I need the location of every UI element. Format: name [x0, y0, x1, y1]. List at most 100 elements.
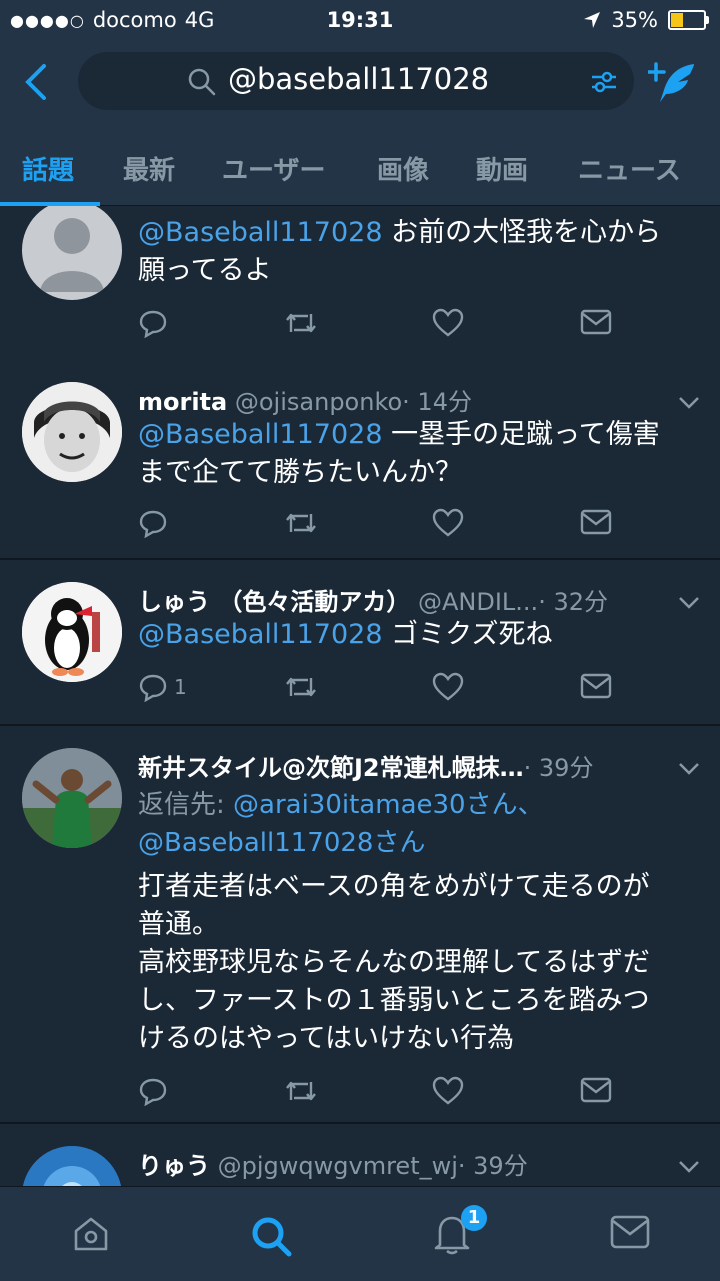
- search-tab-icon[interactable]: [250, 1215, 292, 1257]
- tab-latest[interactable]: 最新: [123, 150, 175, 187]
- reply-icon: [139, 1078, 167, 1106]
- tweet-text: @Baseball117028 ゴミクズ死ね: [138, 619, 553, 650]
- compose-feather-icon: [646, 62, 694, 102]
- chevron-left-icon: [25, 64, 46, 100]
- display-name[interactable]: りゅう: [138, 1152, 210, 1180]
- back-button[interactable]: [22, 62, 52, 102]
- envelope-icon: [580, 509, 612, 535]
- mention-link[interactable]: @Baseball117028: [138, 217, 383, 248]
- avatar[interactable]: [22, 582, 122, 682]
- tweet-time: · 32分: [538, 588, 608, 616]
- retweet-button[interactable]: [284, 508, 318, 538]
- reply-context: 返信先: @arai30itamae30さん、 @Baseball117028さ…: [138, 790, 544, 858]
- avatar[interactable]: [22, 206, 122, 300]
- bottom-tab-bar: 1: [0, 1186, 720, 1281]
- chevron-down-icon[interactable]: [678, 1160, 700, 1174]
- envelope-icon: [580, 1077, 612, 1103]
- tweet[interactable]: しゅう （色々活動アカ） @ANDIL...· 32分 @Baseball117…: [0, 560, 720, 726]
- heart-icon: [432, 1076, 464, 1105]
- search-tabs: 話題 最新 ユーザー 画像 動画 ニュース: [0, 140, 720, 204]
- search-field[interactable]: @baseball117028: [78, 52, 634, 110]
- tab-news[interactable]: ニュース: [578, 150, 681, 187]
- tweet[interactable]: りゅう @pjgwqwgvmret_wj· 39分: [0, 1124, 720, 1186]
- like-button[interactable]: [432, 672, 464, 702]
- envelope-icon: [580, 309, 612, 335]
- tab-top[interactable]: 話題: [22, 150, 74, 187]
- mention-link[interactable]: @Baseball117028さん: [138, 828, 425, 858]
- tweet-header: りゅう @pjgwqwgvmret_wj· 39分: [138, 1146, 528, 1181]
- reply-icon: [139, 310, 167, 338]
- user-handle[interactable]: @pjgwqwgvmret_wj: [218, 1152, 458, 1180]
- user-handle[interactable]: @ANDIL...: [418, 588, 538, 616]
- search-header: @baseball117028 話題 最新 ユーザー 画像 動画 ニュース: [0, 40, 720, 206]
- display-name[interactable]: morita: [138, 388, 227, 416]
- display-name[interactable]: 新井スタイル@次節J2常連札幌抹…: [138, 754, 524, 782]
- tweet-actions: 1: [138, 672, 618, 704]
- tweet-feed[interactable]: @Baseball117028 お前の大怪我を心から 願ってるよ morita …: [0, 206, 720, 1186]
- dm-button[interactable]: [580, 308, 612, 336]
- reply-count: 1: [174, 675, 187, 699]
- soccer-player-photo-icon: [22, 748, 122, 848]
- tweet-actions: [138, 1076, 618, 1108]
- mention-link[interactable]: @Baseball117028: [138, 419, 383, 450]
- reply-button[interactable]: 1: [138, 672, 187, 702]
- mention-link[interactable]: @Baseball117028: [138, 619, 383, 650]
- like-button[interactable]: [432, 308, 464, 338]
- reply-button[interactable]: [138, 1076, 168, 1106]
- dm-button[interactable]: [580, 508, 612, 536]
- like-button[interactable]: [432, 1076, 464, 1106]
- retweet-button[interactable]: [284, 672, 318, 702]
- tweet[interactable]: morita @ojisanponko· 14分 @Baseball117028…: [0, 360, 720, 560]
- messages-envelope-icon[interactable]: [610, 1215, 650, 1249]
- tweet-text: 打者走者はベースの角をめがけて走るのが 普通。 高校野球児ならそんなの理解してる…: [138, 871, 650, 1054]
- heart-icon: [432, 508, 464, 537]
- retweet-icon: [286, 1081, 316, 1101]
- dm-button[interactable]: [580, 672, 612, 700]
- tab-people[interactable]: ユーザー: [222, 150, 325, 187]
- blue-flower-photo-icon: [22, 1146, 122, 1186]
- chevron-down-icon[interactable]: [678, 762, 700, 776]
- avatar[interactable]: [22, 748, 122, 848]
- retweet-icon: [286, 513, 316, 533]
- tab-videos[interactable]: 動画: [476, 150, 528, 187]
- retweet-button[interactable]: [284, 308, 318, 338]
- reply-icon: [139, 674, 167, 702]
- tweet-time: · 39分: [523, 754, 594, 782]
- retweet-button[interactable]: [284, 1076, 318, 1106]
- tweet-text: @Baseball117028 一塁手の足蹴って傷害 まで企てて勝ちたいんか？: [138, 419, 660, 488]
- reply-button[interactable]: [138, 508, 168, 538]
- tweet[interactable]: @Baseball117028 お前の大怪我を心から 願ってるよ: [0, 206, 720, 362]
- dm-button[interactable]: [580, 1076, 612, 1104]
- like-button[interactable]: [432, 508, 464, 538]
- reply-icon: [139, 510, 167, 538]
- tweet-actions: [138, 308, 618, 340]
- default-avatar-icon: [40, 218, 104, 292]
- home-icon[interactable]: [72, 1215, 110, 1253]
- notification-badge: 1: [461, 1205, 487, 1231]
- tweet-time: · 39分: [457, 1152, 528, 1180]
- tweet-header: 新井スタイル@次節J2常連札幌抹…· 39分: [138, 748, 593, 783]
- retweet-icon: [286, 677, 316, 697]
- user-handle[interactable]: @ojisanponko: [235, 388, 402, 416]
- tab-photos[interactable]: 画像: [377, 150, 429, 187]
- mention-link[interactable]: @arai30itamae30さん、: [233, 790, 544, 820]
- chevron-down-icon[interactable]: [678, 396, 700, 410]
- penguin-photo-icon: [22, 582, 122, 682]
- compose-tweet-button[interactable]: [646, 60, 698, 108]
- tweet-time: · 14分: [402, 388, 472, 416]
- tweet[interactable]: 新井スタイル@次節J2常連札幌抹…· 39分 返信先: @arai30itama…: [0, 726, 720, 1124]
- battery-percent: 35%: [611, 8, 658, 32]
- reply-button[interactable]: [138, 308, 168, 338]
- tweet-header: しゅう （色々活動アカ） @ANDIL...· 32分: [138, 582, 608, 617]
- envelope-icon: [580, 673, 612, 699]
- avatar[interactable]: [22, 382, 122, 482]
- display-name[interactable]: しゅう （色々活動アカ）: [138, 588, 410, 616]
- status-bar: ●●●●○ docomo 4G 19:31 35%: [0, 0, 720, 40]
- avatar[interactable]: [22, 1146, 122, 1186]
- heart-icon: [432, 308, 464, 337]
- heart-icon: [432, 672, 464, 701]
- search-query: @baseball117028: [228, 62, 490, 96]
- battery-icon: [668, 10, 709, 30]
- filter-sliders-icon[interactable]: [590, 68, 618, 96]
- chevron-down-icon[interactable]: [678, 596, 700, 610]
